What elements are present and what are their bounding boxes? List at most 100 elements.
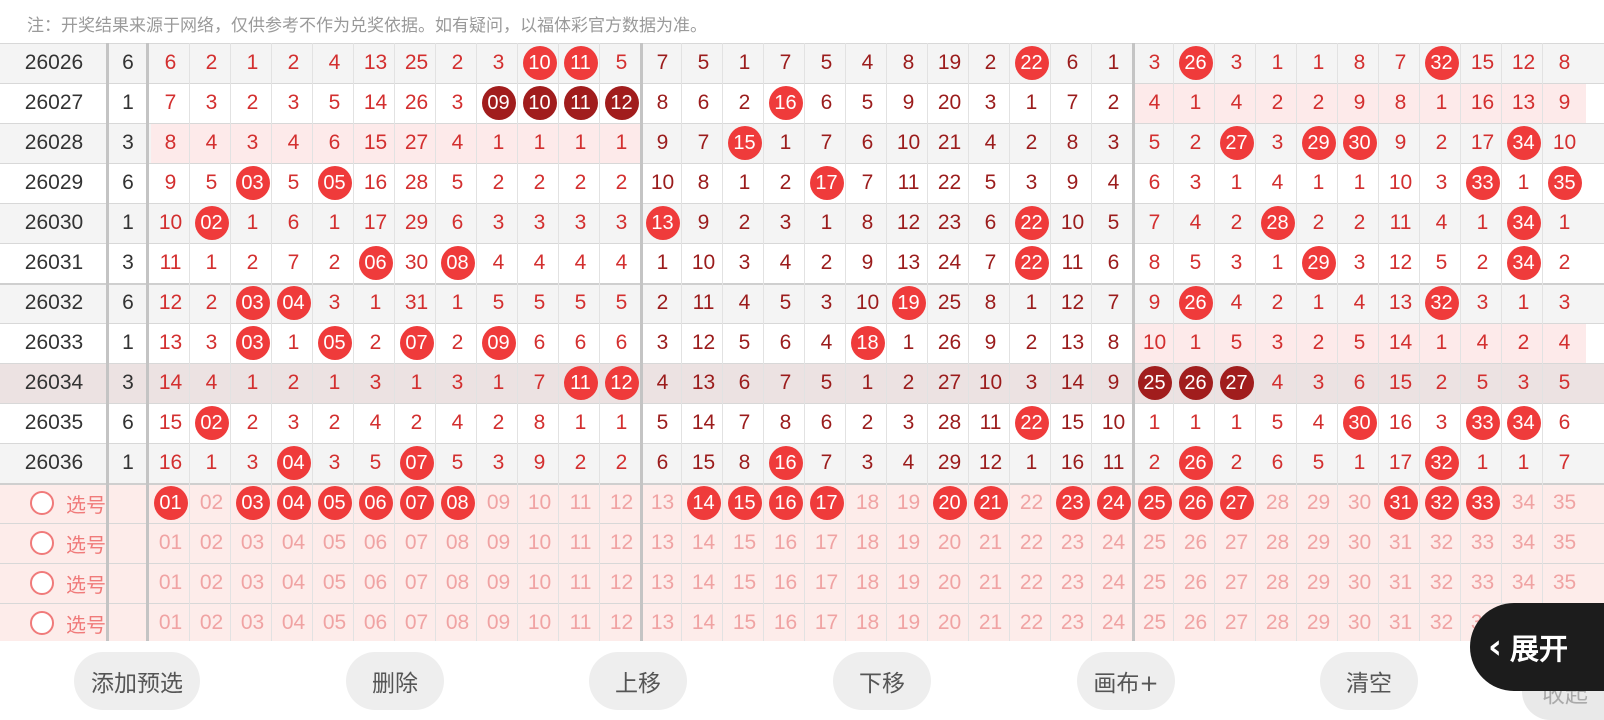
pick-number[interactable]: 10: [519, 523, 560, 563]
pick-number[interactable]: 16: [765, 563, 806, 603]
pick-number[interactable]: 32: [1421, 603, 1462, 643]
radio-circle-icon[interactable]: [30, 531, 54, 555]
pick-number-selected[interactable]: 32: [1421, 483, 1462, 523]
radio-circle-icon[interactable]: [30, 491, 54, 515]
pick-number[interactable]: 19: [888, 523, 929, 563]
pick-number[interactable]: 21: [970, 523, 1011, 563]
pick-number[interactable]: 07: [396, 603, 437, 643]
pick-number[interactable]: 26: [1175, 563, 1216, 603]
pick-number[interactable]: 35: [1544, 563, 1585, 603]
pick-number[interactable]: 29: [1298, 483, 1339, 523]
pick-number[interactable]: 17: [806, 523, 847, 563]
pick-number-selected[interactable]: 14: [683, 483, 724, 523]
pick-number[interactable]: 32: [1421, 563, 1462, 603]
delete-button[interactable]: 删除: [346, 652, 444, 710]
pick-row-select[interactable]: 选号: [30, 563, 148, 603]
pick-number[interactable]: 03: [232, 603, 273, 643]
pick-number[interactable]: 18: [847, 603, 888, 643]
pick-number-selected[interactable]: 04: [273, 483, 314, 523]
pick-number[interactable]: 03: [232, 563, 273, 603]
pick-number[interactable]: 02: [191, 603, 232, 643]
pick-number[interactable]: 27: [1216, 563, 1257, 603]
move-down-button[interactable]: 下移: [833, 652, 931, 710]
radio-circle-icon[interactable]: [30, 571, 54, 595]
pick-number[interactable]: 34: [1503, 483, 1544, 523]
pick-number[interactable]: 06: [355, 603, 396, 643]
move-up-button[interactable]: 上移: [589, 652, 687, 710]
pick-number-selected[interactable]: 33: [1462, 483, 1503, 523]
pick-number[interactable]: 13: [642, 483, 683, 523]
pick-number[interactable]: 17: [806, 603, 847, 643]
pick-number-selected[interactable]: 08: [437, 483, 478, 523]
pick-number-selected[interactable]: 25: [1134, 483, 1175, 523]
pick-number[interactable]: 28: [1257, 603, 1298, 643]
pick-number[interactable]: 04: [273, 563, 314, 603]
pick-number[interactable]: 08: [437, 603, 478, 643]
clear-button[interactable]: 清空: [1320, 652, 1418, 710]
pick-number[interactable]: 09: [478, 563, 519, 603]
pick-number[interactable]: 25: [1134, 603, 1175, 643]
pick-number[interactable]: 10: [519, 603, 560, 643]
pick-number-selected[interactable]: 23: [1052, 483, 1093, 523]
pick-number-selected[interactable]: 21: [970, 483, 1011, 523]
pick-number[interactable]: 34: [1503, 563, 1544, 603]
pick-number[interactable]: 18: [847, 483, 888, 523]
pick-number[interactable]: 13: [642, 563, 683, 603]
pick-number[interactable]: 11: [560, 563, 601, 603]
pick-number[interactable]: 20: [929, 563, 970, 603]
pick-number[interactable]: 01: [150, 603, 191, 643]
pick-number[interactable]: 25: [1134, 523, 1175, 563]
pick-number[interactable]: 11: [560, 483, 601, 523]
pick-number[interactable]: 05: [314, 523, 355, 563]
pick-number-selected[interactable]: 01: [150, 483, 191, 523]
pick-number[interactable]: 26: [1175, 523, 1216, 563]
pick-number[interactable]: 16: [765, 603, 806, 643]
pick-number-selected[interactable]: 20: [929, 483, 970, 523]
pick-number[interactable]: 30: [1339, 523, 1380, 563]
pick-number[interactable]: 22: [1011, 523, 1052, 563]
pick-number[interactable]: 10: [519, 483, 560, 523]
pick-number[interactable]: 28: [1257, 483, 1298, 523]
pick-number[interactable]: 27: [1216, 603, 1257, 643]
pick-number[interactable]: 03: [232, 523, 273, 563]
pick-number[interactable]: 35: [1544, 483, 1585, 523]
pick-number[interactable]: 14: [683, 523, 724, 563]
pick-number[interactable]: 15: [724, 563, 765, 603]
pick-number[interactable]: 26: [1175, 603, 1216, 643]
pick-number[interactable]: 01: [150, 563, 191, 603]
pick-number[interactable]: 24: [1093, 523, 1134, 563]
pick-number-selected[interactable]: 31: [1380, 483, 1421, 523]
pick-number[interactable]: 06: [355, 523, 396, 563]
pick-number[interactable]: 24: [1093, 563, 1134, 603]
pick-number[interactable]: 12: [601, 603, 642, 643]
pick-number[interactable]: 30: [1339, 483, 1380, 523]
pick-number[interactable]: 18: [847, 563, 888, 603]
pick-number[interactable]: 32: [1421, 523, 1462, 563]
pick-number[interactable]: 15: [724, 523, 765, 563]
pick-number[interactable]: 29: [1298, 523, 1339, 563]
pick-number-selected[interactable]: 24: [1093, 483, 1134, 523]
add-preselect-button[interactable]: 添加预选: [74, 652, 200, 710]
pick-number[interactable]: 16: [765, 523, 806, 563]
pick-row-select[interactable]: 选号: [30, 603, 148, 643]
pick-number[interactable]: 19: [888, 603, 929, 643]
pick-number[interactable]: 01: [150, 523, 191, 563]
pick-number[interactable]: 07: [396, 563, 437, 603]
pick-number[interactable]: 09: [478, 523, 519, 563]
pick-number[interactable]: 06: [355, 563, 396, 603]
pick-number[interactable]: 30: [1339, 603, 1380, 643]
pick-number[interactable]: 29: [1298, 603, 1339, 643]
pick-number[interactable]: 07: [396, 523, 437, 563]
pick-number-selected[interactable]: 15: [724, 483, 765, 523]
pick-row-select[interactable]: 选号: [30, 523, 148, 563]
pick-number[interactable]: 21: [970, 603, 1011, 643]
pick-number[interactable]: 18: [847, 523, 888, 563]
pick-number[interactable]: 04: [273, 523, 314, 563]
expand-button[interactable]: ‹ 展开: [1470, 603, 1604, 691]
pick-number[interactable]: 33: [1462, 523, 1503, 563]
pick-number[interactable]: 22: [1011, 483, 1052, 523]
pick-number[interactable]: 17: [806, 563, 847, 603]
pick-number[interactable]: 22: [1011, 603, 1052, 643]
pick-number[interactable]: 13: [642, 523, 683, 563]
pick-number[interactable]: 23: [1052, 563, 1093, 603]
